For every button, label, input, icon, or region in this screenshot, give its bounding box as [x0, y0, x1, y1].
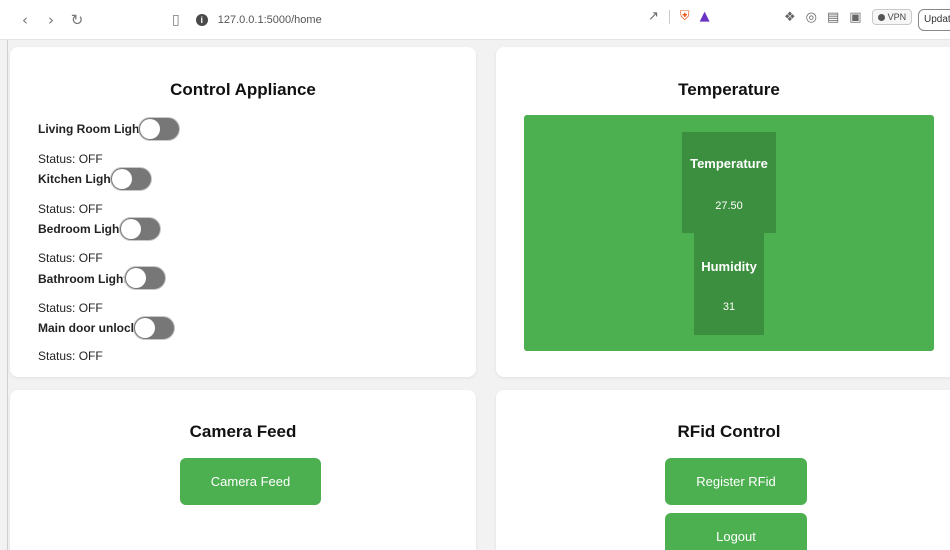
back-icon[interactable]: ‹ [14, 9, 36, 31]
appliance-status: Status: OFF [38, 152, 103, 166]
camera-feed-title: Camera Feed [189, 422, 297, 441]
nav-buttons: ‹ › ↻ [14, 9, 88, 31]
temperature-label: Temperature [690, 156, 768, 171]
brave-shield-icon[interactable]: ⛨ [680, 9, 690, 24]
toggle-knob [121, 219, 141, 239]
control-appliance-title: Control Appliance [170, 80, 316, 99]
bookmark-icon[interactable]: ▯ [172, 12, 180, 28]
logout-button[interactable]: Logout [665, 513, 807, 550]
living-room-light-toggle[interactable] [138, 117, 180, 141]
extensions-icon[interactable]: ❖ [784, 10, 796, 25]
site-info-icon[interactable]: i [195, 13, 208, 26]
address-bar[interactable]: i 127.0.0.1:5000/home [195, 13, 636, 26]
appliance-name: Living Room Light [38, 122, 144, 136]
temperature-value: 27.50 [715, 200, 743, 212]
main-door-unlock-toggle[interactable] [133, 316, 175, 340]
humidity-value: 31 [722, 301, 736, 313]
reload-icon[interactable]: ↻ [66, 9, 88, 31]
update-button[interactable]: Update [918, 9, 950, 31]
toggle-knob [112, 169, 132, 189]
brave-rewards-icon[interactable]: ▲ [700, 9, 710, 24]
share-icon[interactable]: ↗ [648, 9, 659, 24]
bedroom-light-toggle[interactable] [119, 217, 161, 241]
appliance-name: Main door unlock [38, 321, 138, 335]
appliance-name: Bathroom Light [38, 272, 128, 286]
register-rfid-button[interactable]: Register RFid [665, 458, 807, 505]
humidity-box: Humidity 31 [694, 233, 764, 335]
temperature-box: Temperature 27.50 [682, 132, 776, 233]
url-text[interactable]: 127.0.0.1:5000/home [218, 14, 322, 26]
toggle-knob [126, 268, 146, 288]
toggle-knob [135, 318, 155, 338]
toolbar-right: ❖ ◎ ▤ ▣ VPN [784, 9, 913, 25]
vpn-status-icon [877, 13, 885, 21]
wallet-icon[interactable]: ▣ [849, 10, 861, 25]
window-edge [7, 40, 8, 550]
appliance-status: Status: OFF [38, 301, 103, 315]
temperature-panel: Temperature 27.50 Humidity 31 [524, 115, 934, 351]
humidity-label: Humidity [701, 259, 757, 274]
camera-feed-button[interactable]: Camera Feed [180, 458, 321, 505]
toolbar-divider [668, 9, 670, 24]
rfid-control-title: RFid Control [677, 422, 781, 441]
toggle-knob [140, 119, 160, 139]
extension-area: ↗ ⛨ ▲ [648, 9, 710, 24]
kitchen-light-toggle[interactable] [110, 167, 152, 191]
leo-icon[interactable]: ◎ [806, 10, 817, 25]
appliance-status: Status: OFF [38, 202, 103, 216]
forward-icon[interactable]: › [40, 9, 62, 31]
vpn-button[interactable]: VPN [871, 9, 913, 25]
bathroom-light-toggle[interactable] [124, 266, 166, 290]
sidebar-icon[interactable]: ▤ [827, 10, 839, 25]
vpn-label: VPN [887, 12, 907, 22]
appliance-status: Status: OFF [38, 251, 103, 265]
appliance-name: Bedroom Light [38, 222, 124, 236]
temperature-title: Temperature [678, 80, 780, 99]
appliance-status: Status: OFF [38, 349, 103, 363]
appliance-name: Kitchen Light [38, 172, 115, 186]
